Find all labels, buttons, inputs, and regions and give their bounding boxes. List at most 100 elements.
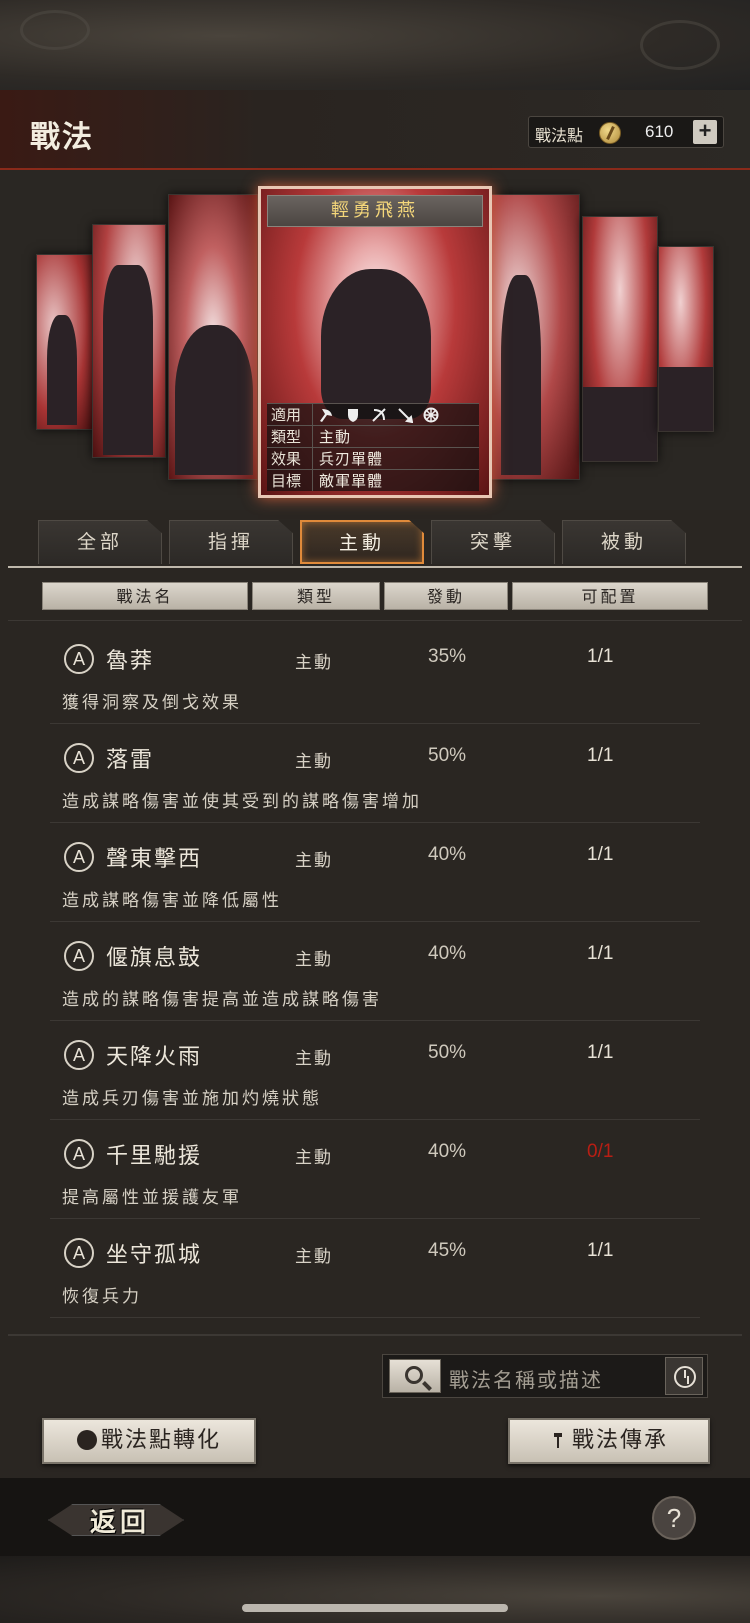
tactic-desc: 造成兵刃傷害並施加灼燒狀態 — [62, 1089, 322, 1109]
column-configurable[interactable]: 可配置 — [512, 582, 708, 610]
inherit-tactic-button[interactable]: 戰法傳承 — [508, 1418, 710, 1464]
tab-active[interactable]: 主動 — [300, 520, 424, 564]
info-value: 兵刃單體 — [319, 450, 384, 468]
tactic-config: 1/1 — [587, 1240, 614, 1261]
carousel-card[interactable] — [36, 254, 94, 430]
tactic-type: 主動 — [295, 1049, 333, 1069]
tab-all[interactable]: 全部 — [38, 520, 162, 564]
tactic-config: 1/1 — [587, 646, 614, 667]
tactic-rate: 50% — [428, 745, 467, 766]
featured-tactic-card[interactable]: 輕勇飛燕 適用 類型 主動 效果 兵刃單體 目標 敵軍單體 — [258, 186, 492, 498]
tactic-desc: 造成的謀略傷害提高並造成謀略傷害 — [62, 990, 382, 1010]
tactic-name: 天降火雨 — [106, 1045, 203, 1070]
tactic-config: 0/1 — [587, 1141, 614, 1162]
info-value: 敵軍單體 — [319, 472, 384, 490]
search-icon — [405, 1366, 423, 1384]
help-button[interactable]: ? — [652, 1496, 696, 1540]
page-title: 戰法 — [30, 120, 94, 155]
tactic-desc: 造成謀略傷害並使其受到的謀略傷害增加 — [62, 792, 422, 812]
info-row-applicable: 適用 — [267, 403, 479, 425]
column-trigger-rate[interactable]: 發動 — [384, 582, 508, 610]
grade-badge: A — [64, 842, 94, 872]
tactic-type: 主動 — [295, 1148, 333, 1168]
spear-icon — [397, 407, 414, 423]
search-bar: 戰法名稱或描述 — [382, 1354, 708, 1398]
bow-icon — [371, 407, 387, 423]
info-key: 目標 — [267, 470, 313, 491]
tactic-points-box: 戰法點 610 + — [528, 116, 724, 148]
axe-icon — [319, 407, 335, 423]
flame-icon — [76, 1430, 97, 1450]
tactic-rate: 35% — [428, 646, 467, 667]
tactic-row[interactable]: A 坐守孤城 主動 45% 1/1 恢復兵力 — [50, 1222, 700, 1318]
tactic-row[interactable]: A 千里馳援 主動 40% 0/1 提高屬性並援護友軍 — [50, 1123, 700, 1219]
grade-badge: A — [64, 1139, 94, 1169]
search-input[interactable]: 戰法名稱或描述 — [449, 1364, 603, 1393]
column-header-bar: 戰法名 類型 發動 可配置 — [0, 582, 750, 610]
tactic-type: 主動 — [295, 1247, 333, 1267]
back-button[interactable]: 返回 — [48, 1498, 188, 1542]
carousel-card[interactable] — [490, 194, 580, 480]
top-decoration — [0, 0, 750, 90]
wheel-icon — [423, 407, 439, 423]
info-row-type: 類型 主動 — [267, 425, 479, 447]
tactic-desc: 獲得洞察及倒戈效果 — [62, 693, 242, 713]
featured-card-info: 適用 類型 主動 效果 兵刃單體 目標 敵軍單體 — [267, 403, 479, 491]
add-points-button[interactable]: + — [693, 120, 717, 144]
tactic-card-carousel[interactable]: 輕勇飛燕 適用 類型 主動 效果 兵刃單體 目標 敵軍單體 — [0, 170, 750, 510]
column-type[interactable]: 類型 — [252, 582, 380, 610]
tactic-desc: 恢復兵力 — [62, 1287, 142, 1307]
carousel-card[interactable] — [582, 216, 658, 462]
hammer-icon — [550, 1422, 568, 1448]
info-key: 適用 — [267, 404, 313, 425]
info-key: 效果 — [267, 448, 313, 469]
tactic-row[interactable]: A 落雷 主動 50% 1/1 造成謀略傷害並使其受到的謀略傷害增加 — [50, 727, 700, 823]
tactic-name: 魯莽 — [106, 649, 155, 674]
tab-assault[interactable]: 突擊 — [431, 520, 555, 564]
column-name[interactable]: 戰法名 — [42, 582, 248, 610]
tab-passive[interactable]: 被動 — [562, 520, 686, 564]
tactic-config: 1/1 — [587, 943, 614, 964]
inherit-tactic-label: 戰法傳承 — [571, 1428, 668, 1453]
header-divider — [8, 620, 742, 621]
tactic-name: 落雷 — [106, 748, 155, 773]
points-coin-icon — [599, 122, 621, 144]
tactic-type: 主動 — [295, 950, 333, 970]
tactic-rate: 45% — [428, 1240, 467, 1261]
tactic-row[interactable]: A 魯莽 主動 35% 1/1 獲得洞察及倒戈效果 — [50, 628, 700, 724]
grade-badge: A — [64, 1040, 94, 1070]
tactic-row[interactable]: A 偃旗息鼓 主動 40% 1/1 造成的謀略傷害提高並造成謀略傷害 — [50, 925, 700, 1021]
tactic-type: 主動 — [295, 752, 333, 772]
tactic-row[interactable]: A 天降火雨 主動 50% 1/1 造成兵刃傷害並施加灼燒狀態 — [50, 1024, 700, 1120]
info-row-effect: 效果 兵刃單體 — [267, 447, 479, 469]
history-clock-icon[interactable] — [665, 1357, 703, 1395]
back-label: 返回 — [90, 1508, 151, 1538]
grade-badge: A — [64, 743, 94, 773]
tactic-name: 千里馳援 — [106, 1144, 203, 1169]
grade-badge: A — [64, 1238, 94, 1268]
info-key: 類型 — [267, 426, 313, 447]
tab-command[interactable]: 指揮 — [169, 520, 293, 564]
tactic-name: 坐守孤城 — [106, 1243, 203, 1268]
grade-badge: A — [64, 941, 94, 971]
tactic-rate: 40% — [428, 1141, 467, 1162]
tactic-row[interactable]: A 聲東擊西 主動 40% 1/1 造成謀略傷害並降低屬性 — [50, 826, 700, 922]
carousel-card[interactable] — [92, 224, 166, 458]
info-value: 主動 — [319, 428, 352, 446]
search-button[interactable] — [389, 1359, 441, 1393]
tactic-name: 偃旗息鼓 — [106, 946, 203, 971]
home-indicator[interactable] — [242, 1604, 508, 1612]
tactic-rate: 50% — [428, 1042, 467, 1063]
points-label: 戰法點 — [535, 126, 584, 145]
shield-icon — [345, 407, 361, 423]
tactic-desc: 提高屬性並援護友軍 — [62, 1188, 242, 1208]
convert-points-button[interactable]: 戰法點轉化 — [42, 1418, 256, 1464]
carousel-card[interactable] — [168, 194, 258, 480]
carousel-card[interactable] — [658, 246, 714, 432]
convert-points-label: 戰法點轉化 — [100, 1428, 221, 1453]
category-tabs: 全部 指揮 主動 突擊 被動 — [38, 520, 718, 566]
tactic-name: 聲東擊西 — [106, 847, 203, 872]
tactic-type: 主動 — [295, 851, 333, 871]
points-value: 610 — [645, 122, 674, 141]
grade-badge: A — [64, 644, 94, 674]
